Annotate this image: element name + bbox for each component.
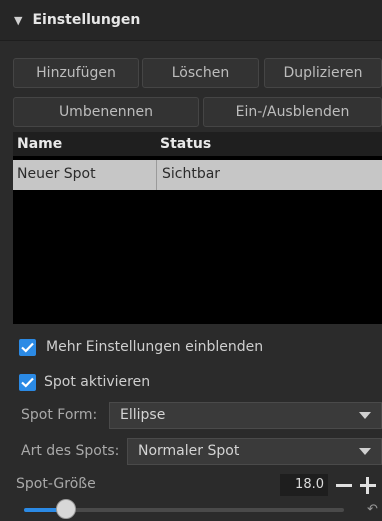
toggle-visibility-button[interactable]: Ein-/Ausblenden bbox=[203, 97, 382, 127]
dropdown-arrow-icon bbox=[359, 448, 371, 455]
row-status: Sichtbar bbox=[162, 166, 221, 182]
rename-button[interactable]: Umbenennen bbox=[13, 97, 199, 127]
checkmark-icon bbox=[21, 377, 34, 388]
add-button[interactable]: Hinzufügen bbox=[13, 58, 139, 88]
plus-icon-vertical bbox=[366, 477, 369, 494]
spot-form-select[interactable]: Ellipse bbox=[109, 402, 382, 429]
spot-form-label: Spot Form: bbox=[21, 407, 98, 423]
table-row[interactable]: Neuer Spot Sichtbar bbox=[13, 160, 382, 190]
spot-list[interactable]: Neuer Spot Sichtbar bbox=[13, 156, 382, 324]
spot-active-label[interactable]: Spot aktivieren bbox=[44, 374, 150, 390]
spot-type-select[interactable]: Normaler Spot bbox=[127, 438, 382, 465]
column-header-status[interactable]: Status bbox=[160, 136, 211, 152]
spot-form-value: Ellipse bbox=[120, 407, 166, 423]
panel-header[interactable]: ▼ Einstellungen bbox=[0, 0, 382, 41]
more-settings-checkbox[interactable] bbox=[19, 339, 36, 356]
checkmark-icon bbox=[21, 342, 34, 353]
collapse-triangle-icon[interactable]: ▼ bbox=[14, 14, 22, 27]
more-settings-label[interactable]: Mehr Einstellungen einblenden bbox=[46, 339, 263, 355]
row-name: Neuer Spot bbox=[17, 166, 96, 182]
spot-size-slider-handle[interactable] bbox=[56, 499, 76, 519]
duplicate-button[interactable]: Duplizieren bbox=[264, 58, 382, 88]
panel-title: Einstellungen bbox=[32, 12, 141, 28]
spot-active-checkbox[interactable] bbox=[19, 374, 36, 391]
spot-type-label: Art des Spots: bbox=[21, 443, 120, 459]
delete-button[interactable]: Löschen bbox=[142, 58, 259, 88]
reset-icon[interactable]: ↶ bbox=[367, 502, 378, 517]
column-divider bbox=[156, 160, 157, 190]
spot-type-value: Normaler Spot bbox=[138, 443, 240, 459]
spot-size-input[interactable]: 18.0 bbox=[280, 474, 328, 496]
column-header-name[interactable]: Name bbox=[17, 136, 62, 152]
table-header: Name Status bbox=[13, 132, 382, 156]
spot-size-label: Spot-Größe bbox=[16, 476, 96, 492]
dropdown-arrow-icon bbox=[359, 412, 371, 419]
minus-icon[interactable] bbox=[336, 484, 352, 487]
